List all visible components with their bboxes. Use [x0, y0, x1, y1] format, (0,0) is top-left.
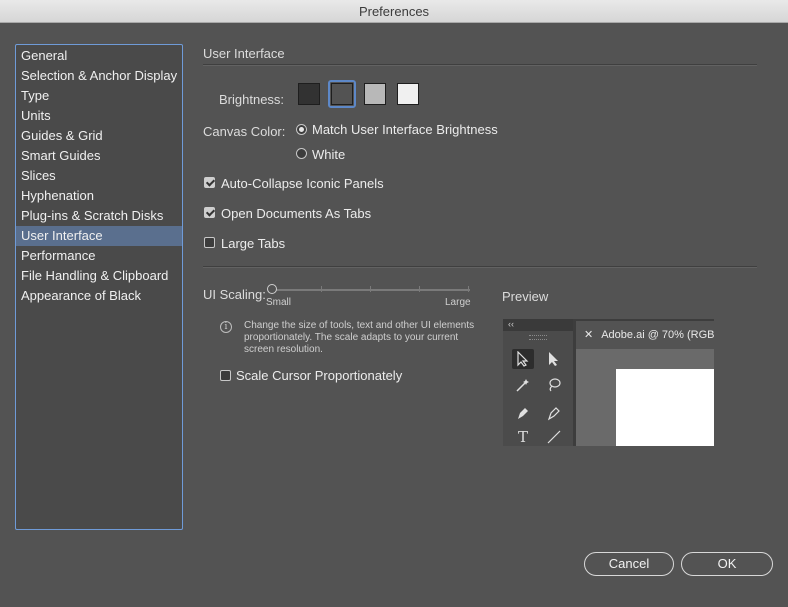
- auto-collapse-label[interactable]: Auto-Collapse Iconic Panels: [221, 176, 384, 191]
- direct-selection-tool-icon: [543, 349, 565, 369]
- ui-scaling-slider-knob[interactable]: [267, 284, 277, 294]
- sidebar-item-plugins-scratch-disks[interactable]: Plug-ins & Scratch Disks: [16, 206, 182, 226]
- brightness-swatch[interactable]: [331, 83, 353, 105]
- preview-tools-panel: ‹‹ T: [503, 319, 573, 446]
- scaling-divider: [203, 266, 757, 268]
- scale-cursor-label[interactable]: Scale Cursor Proportionately: [236, 368, 402, 383]
- preview-label: Preview: [502, 289, 549, 304]
- document-canvas: [576, 349, 714, 446]
- sidebar-item-hyphenation[interactable]: Hyphenation: [16, 186, 182, 206]
- collapse-icon: ‹‹: [503, 319, 573, 331]
- canvas-match-ui-label[interactable]: Match User Interface Brightness: [312, 122, 498, 137]
- open-docs-tabs-checkbox[interactable]: [204, 207, 215, 218]
- ui-scaling-label: UI Scaling:: [203, 287, 266, 302]
- canvas-color-label: Canvas Color:: [203, 124, 286, 139]
- sidebar-item-general[interactable]: General: [16, 46, 182, 66]
- ok-button[interactable]: OK: [681, 552, 773, 576]
- large-tabs-checkbox[interactable]: [204, 237, 215, 248]
- auto-collapse-checkbox[interactable]: [204, 177, 215, 188]
- slider-tick: [370, 286, 371, 292]
- magic-wand-tool-icon: [512, 375, 534, 395]
- sidebar-item-appearance-of-black[interactable]: Appearance of Black: [16, 286, 182, 306]
- sidebar-item-performance[interactable]: Performance: [16, 246, 182, 266]
- document-tab: ✕ Adobe.ai @ 70% (RGB/: [576, 321, 714, 349]
- brightness-swatch[interactable]: [298, 83, 320, 105]
- section-title: User Interface: [203, 46, 285, 61]
- artboard: [616, 369, 714, 446]
- type-tool-icon: T: [517, 428, 528, 446]
- slider-tick: [419, 286, 420, 292]
- canvas-white-radio[interactable]: [296, 148, 307, 159]
- cancel-button[interactable]: Cancel: [584, 552, 674, 576]
- sidebar-item-type[interactable]: Type: [16, 86, 182, 106]
- canvas-white-label[interactable]: White: [312, 147, 345, 162]
- brightness-swatch[interactable]: [364, 83, 386, 105]
- sidebar-item-guides-grid[interactable]: Guides & Grid: [16, 126, 182, 146]
- curvature-tool-icon: [543, 403, 565, 423]
- info-icon: i: [220, 321, 232, 333]
- close-icon: ✕: [584, 329, 594, 341]
- line-tool-icon: [543, 427, 565, 446]
- sidebar-item-file-handling-clipboard[interactable]: File Handling & Clipboard: [16, 266, 182, 286]
- selection-tool-icon: [512, 349, 534, 369]
- panel-grip: [529, 335, 547, 340]
- ui-preview: ‹‹ T ✕ Adobe.ai @ 70% (RGB/: [503, 319, 714, 446]
- slider-tick: [321, 286, 322, 292]
- sidebar-item-smart-guides[interactable]: Smart Guides: [16, 146, 182, 166]
- sidebar-item-units[interactable]: Units: [16, 106, 182, 126]
- brightness-label: Brightness:: [219, 92, 285, 107]
- ui-scaling-slider[interactable]: [272, 289, 470, 291]
- lasso-tool-icon: [543, 375, 565, 395]
- large-tabs-label[interactable]: Large Tabs: [221, 236, 285, 251]
- sidebar-item-slices[interactable]: Slices: [16, 166, 182, 186]
- scaling-min-label: Small: [266, 297, 292, 308]
- sidebar-item-selection-anchor-display[interactable]: Selection & Anchor Display: [16, 66, 182, 86]
- document-tab-title: Adobe.ai @ 70% (RGB/: [601, 329, 714, 341]
- sidebar-item-user-interface[interactable]: User Interface: [16, 226, 182, 246]
- brightness-swatch[interactable]: [397, 83, 419, 105]
- canvas-match-ui-radio[interactable]: [296, 124, 307, 135]
- preferences-sidebar: General Selection & Anchor Display Type …: [15, 44, 183, 530]
- window-title: Preferences: [0, 0, 788, 23]
- scaling-max-label: Large: [445, 297, 471, 308]
- open-docs-tabs-label[interactable]: Open Documents As Tabs: [221, 206, 371, 221]
- scale-cursor-checkbox[interactable]: [220, 370, 231, 381]
- scaling-info-text: Change the size of tools, text and other…: [244, 320, 475, 355]
- pen-tool-icon: [512, 403, 534, 423]
- slider-tick: [468, 286, 469, 292]
- section-divider: [203, 64, 757, 66]
